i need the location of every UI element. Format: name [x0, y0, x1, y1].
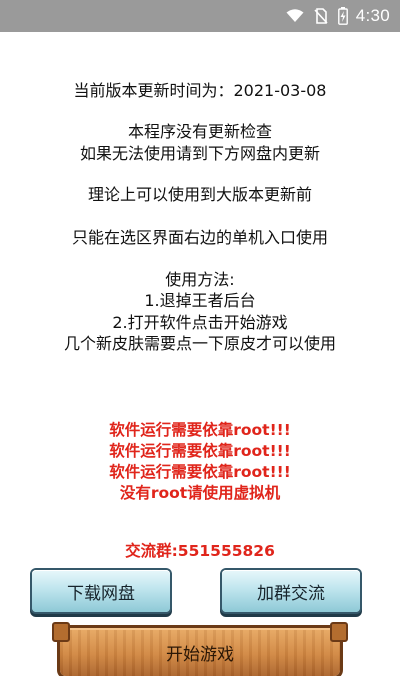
entry-hint-text: 只能在选区界面右边的单机入口使用: [71, 228, 328, 247]
usage-step-2: 2.打开软件点击开始游戏: [112, 313, 288, 332]
status-bar: 4:30: [0, 0, 400, 32]
download-button[interactable]: 下载网盘: [32, 570, 170, 612]
battery-charging-icon: [337, 7, 348, 25]
update-hint-text: 如果无法使用请到下方网盘内更新: [79, 144, 320, 163]
usage-step-1: 1.退掉王者后台: [144, 291, 256, 310]
skin-hint-text: 几个新皮肤需要点一下原皮才可以使用: [63, 334, 336, 353]
start-game-button[interactable]: 开始游戏: [52, 622, 348, 676]
status-time: 4:30: [355, 6, 390, 25]
root-warning-2: 软件运行需要依靠root!!!: [109, 442, 291, 460]
wifi-icon: [286, 9, 304, 23]
root-warning-3: 软件运行需要依靠root!!!: [109, 463, 291, 481]
no-sim-icon: [314, 8, 328, 24]
group-number: 交流群:551555826: [125, 542, 275, 560]
no-root-hint: 没有root请使用虚拟机: [119, 484, 281, 502]
no-update-check-text: 本程序没有更新检查: [127, 122, 272, 141]
usage-title: 使用方法:: [165, 270, 235, 289]
join-group-button[interactable]: 加群交流: [222, 570, 360, 612]
root-warning-1: 软件运行需要依靠root!!!: [109, 421, 291, 439]
usable-until-text: 理论上可以使用到大版本更新前: [87, 185, 312, 204]
update-time-text: 当前版本更新时间为：2021-03-08: [73, 81, 327, 100]
status-icons: [286, 7, 348, 25]
